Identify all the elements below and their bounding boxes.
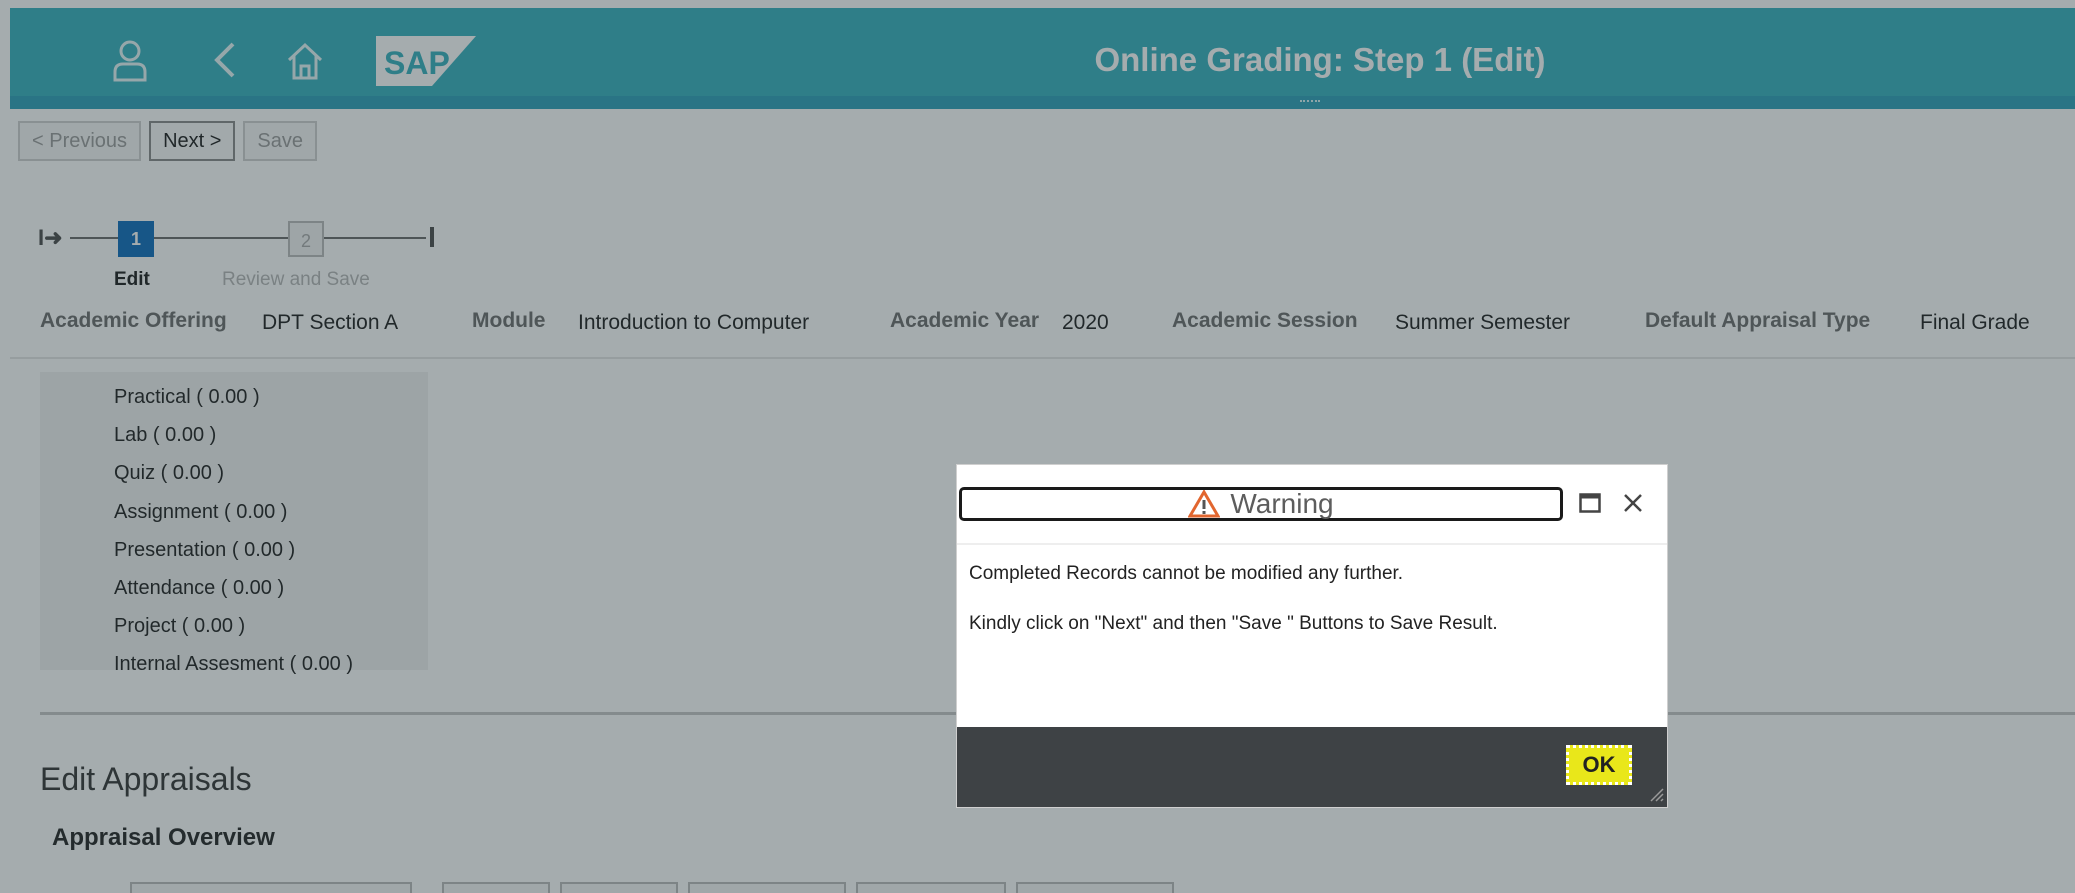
dialog-title-text: Warning	[1230, 488, 1334, 519]
dialog-title: Warning	[962, 490, 1560, 518]
dialog-footer: OK	[957, 727, 1667, 807]
dialog-message-line-1: Completed Records cannot be modified any…	[969, 563, 1404, 584]
close-icon[interactable]	[1621, 491, 1645, 515]
maximize-icon[interactable]	[1579, 493, 1601, 513]
dialog-title-bar[interactable]: Warning	[959, 487, 1563, 521]
dialog-header: Warning	[957, 465, 1667, 545]
dialog-body: Completed Records cannot be modified any…	[969, 563, 1659, 635]
resize-handle-icon[interactable]	[1647, 785, 1665, 803]
ok-button[interactable]: OK	[1566, 745, 1632, 785]
warning-dialog: Warning Completed Records cannot be modi…	[957, 465, 1667, 807]
warning-icon	[1188, 489, 1221, 518]
dialog-message-line-2: Kindly click on "Next" and then "Save " …	[969, 613, 1498, 634]
